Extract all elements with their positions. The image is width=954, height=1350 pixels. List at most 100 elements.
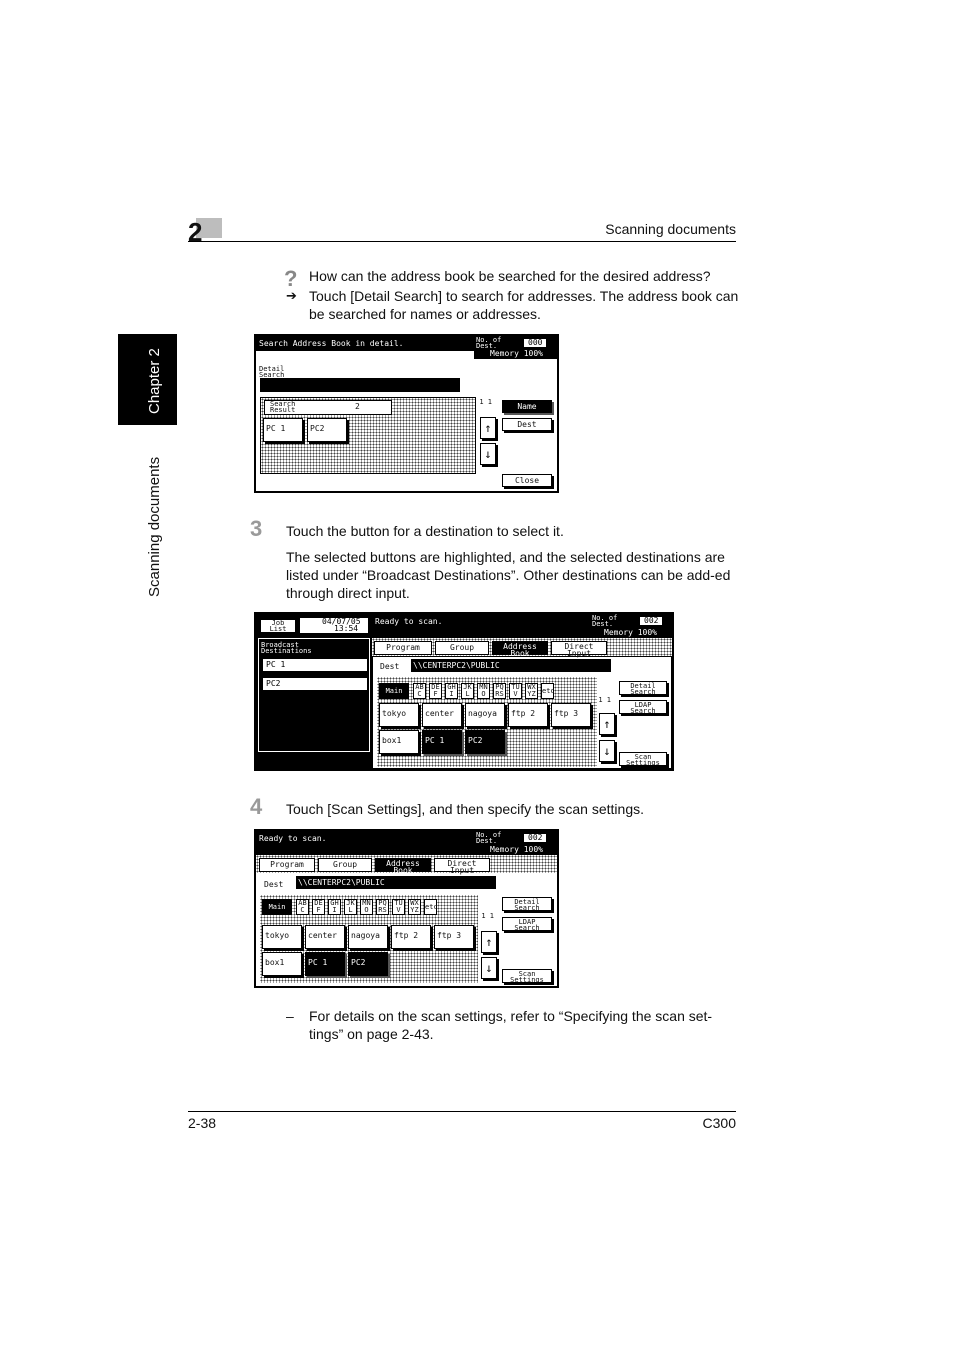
- side-tab-chapter: Chapter 2: [146, 348, 163, 414]
- alpha-tab-abc[interactable]: AB C: [296, 899, 309, 915]
- screen-title: Ready to scan.: [375, 617, 443, 626]
- dest-value: \\CENTERPC2\PUBLIC: [413, 661, 500, 670]
- screen-title: Ready to scan.: [259, 834, 327, 843]
- address-book-panel: Dest \\CENTERPC2\PUBLIC Main AB C DE F G…: [372, 656, 672, 769]
- tab-address-book[interactable]: Address Book: [375, 858, 431, 875]
- tab-direct-input[interactable]: Direct Input: [434, 858, 490, 875]
- dest-button-box1[interactable]: box1: [379, 730, 419, 754]
- job-list-button[interactable]: Job List: [260, 619, 296, 633]
- screen-detail-search: Search Address Book in detail. No. of De…: [254, 334, 559, 493]
- dest-field[interactable]: \\CENTERPC2\PUBLIC: [411, 659, 611, 672]
- alpha-tab-jkl[interactable]: JK L: [461, 683, 474, 699]
- alpha-tab-pqrs[interactable]: PQ RS: [376, 899, 389, 915]
- name-button[interactable]: Name: [502, 400, 552, 413]
- dest-memory-panel: No. of Dest. 002 Memory 100%: [474, 831, 557, 855]
- alpha-tab-tuv[interactable]: TU V: [509, 683, 522, 699]
- alpha-tab-etc[interactable]: etc: [541, 683, 555, 699]
- alpha-tab-mno[interactable]: MN O: [477, 683, 490, 699]
- no-of-dest-label: No. of Dest.: [592, 614, 618, 628]
- page-indicator: 1 1: [481, 912, 494, 920]
- dest-field[interactable]: \\CENTERPC2\PUBLIC: [296, 876, 496, 889]
- header-divider: [188, 241, 736, 242]
- alpha-tab-wxyz[interactable]: WX YZ: [408, 899, 421, 915]
- screen-title: Search Address Book in detail.: [259, 339, 404, 348]
- alpha-tab-abc[interactable]: AB C: [413, 683, 426, 699]
- scan-settings-button[interactable]: Scan Settings: [619, 752, 667, 766]
- alpha-tab-def[interactable]: DE F: [312, 899, 325, 915]
- search-result-area: Search Result 2 PC 1 PC2: [260, 397, 476, 474]
- detail-search-input[interactable]: [260, 378, 460, 392]
- close-button[interactable]: Close: [502, 474, 552, 487]
- detail-search-button[interactable]: Detail Search: [502, 897, 552, 911]
- alpha-tab-ghi[interactable]: GH I: [328, 899, 341, 915]
- dest-button[interactable]: Dest: [502, 418, 552, 431]
- scroll-up-button[interactable]: ↑: [481, 931, 497, 953]
- scroll-up-button[interactable]: ↑: [599, 713, 615, 735]
- answer-text: Touch [Detail Search] to search for addr…: [309, 288, 739, 322]
- tab-address-book[interactable]: Address Book: [492, 641, 548, 658]
- page-number: 2-38: [188, 1115, 217, 1131]
- dest-button-nagoya[interactable]: nagoya: [465, 703, 505, 727]
- alpha-tab-pqrs[interactable]: PQ RS: [493, 683, 506, 699]
- alpha-tab-wxyz[interactable]: WX YZ: [525, 683, 538, 699]
- tab-direct-input[interactable]: Direct Input: [551, 641, 607, 658]
- dest-button-ftp2[interactable]: ftp 2: [508, 703, 548, 727]
- broadcast-item-pc2[interactable]: PC2: [263, 678, 367, 690]
- broadcast-item-pc1[interactable]: PC 1: [263, 659, 367, 671]
- dest-button-tokyo[interactable]: tokyo: [379, 703, 419, 727]
- scroll-up-button[interactable]: ↑: [480, 417, 496, 439]
- dest-button-pc2[interactable]: PC2: [465, 730, 505, 754]
- arrow-right-icon: ➔: [286, 288, 297, 303]
- screen-address-book-broadcast: Job List 04/07/05 13:54 Broadcast Destin…: [254, 612, 674, 771]
- alpha-tab-main[interactable]: Main: [262, 899, 292, 915]
- dest-button-ftp3[interactable]: ftp 3: [434, 925, 474, 949]
- scroll-down-button[interactable]: ↓: [481, 957, 497, 979]
- screen-address-book: Ready to scan. No. of Dest. 002 Memory 1…: [254, 829, 559, 988]
- screen-title-bar: Search Address Book in detail.: [256, 336, 474, 351]
- alpha-tab-jkl[interactable]: JK L: [344, 899, 357, 915]
- note-text: For details on the scan settings, refer …: [309, 1008, 713, 1042]
- tab-group[interactable]: Group: [435, 641, 489, 655]
- dest-button-box1[interactable]: box1: [262, 952, 302, 976]
- dest-button-pc1[interactable]: PC 1: [305, 952, 345, 976]
- side-tab-section: Scanning documents: [146, 456, 163, 597]
- tab-group[interactable]: Group: [318, 858, 372, 872]
- screen-title-bar: Ready to scan.: [256, 831, 474, 855]
- dest-button-ftp3[interactable]: ftp 3: [551, 703, 591, 727]
- result-button-pc1[interactable]: PC 1: [263, 418, 303, 442]
- search-result-label: Search Result: [270, 400, 296, 414]
- tab-program[interactable]: Program: [374, 641, 432, 655]
- dest-button-pc2[interactable]: PC2: [348, 952, 388, 976]
- alpha-tab-ghi[interactable]: GH I: [445, 683, 458, 699]
- dest-memory-panel: No. of Dest. 002 Memory 100%: [590, 614, 672, 638]
- alpha-tab-tuv[interactable]: TU V: [392, 899, 405, 915]
- alpha-tab-etc[interactable]: etc: [424, 899, 438, 915]
- scroll-down-button[interactable]: ↓: [599, 740, 615, 762]
- destination-grid: Main AB C DE F GH I JK L MN O PQ RS TU V…: [260, 895, 478, 983]
- dest-button-ftp2[interactable]: ftp 2: [391, 925, 431, 949]
- alpha-tab-main[interactable]: Main: [379, 683, 409, 699]
- dest-button-pc1[interactable]: PC 1: [422, 730, 462, 754]
- dest-value: \\CENTERPC2\PUBLIC: [298, 878, 385, 887]
- header-title: Scanning documents: [605, 221, 736, 237]
- ldap-search-button[interactable]: LDAP Search: [502, 917, 552, 931]
- dest-button-nagoya[interactable]: nagoya: [348, 925, 388, 949]
- note-dash: –: [286, 1008, 294, 1024]
- ldap-search-button[interactable]: LDAP Search: [619, 700, 667, 714]
- scan-settings-button[interactable]: Scan Settings: [502, 969, 552, 983]
- memory-status: Memory 100%: [490, 349, 543, 358]
- step-description: The selected buttons are highlighted, an…: [286, 549, 731, 601]
- memory-status: Memory 100%: [604, 628, 657, 637]
- result-button-pc2[interactable]: PC2: [307, 418, 347, 442]
- alpha-tab-def[interactable]: DE F: [429, 683, 442, 699]
- dest-button-tokyo[interactable]: tokyo: [262, 925, 302, 949]
- dest-button-center[interactable]: center: [422, 703, 462, 727]
- date-time-box: 04/07/05 13:54: [300, 618, 368, 633]
- dest-label: Dest: [264, 880, 284, 889]
- detail-search-button[interactable]: Detail Search: [619, 681, 667, 695]
- scroll-down-button[interactable]: ↓: [480, 443, 496, 465]
- alpha-tab-mno[interactable]: MN O: [360, 899, 373, 915]
- dest-button-center[interactable]: center: [305, 925, 345, 949]
- tab-program[interactable]: Program: [259, 858, 315, 872]
- step-number: 4: [250, 794, 263, 819]
